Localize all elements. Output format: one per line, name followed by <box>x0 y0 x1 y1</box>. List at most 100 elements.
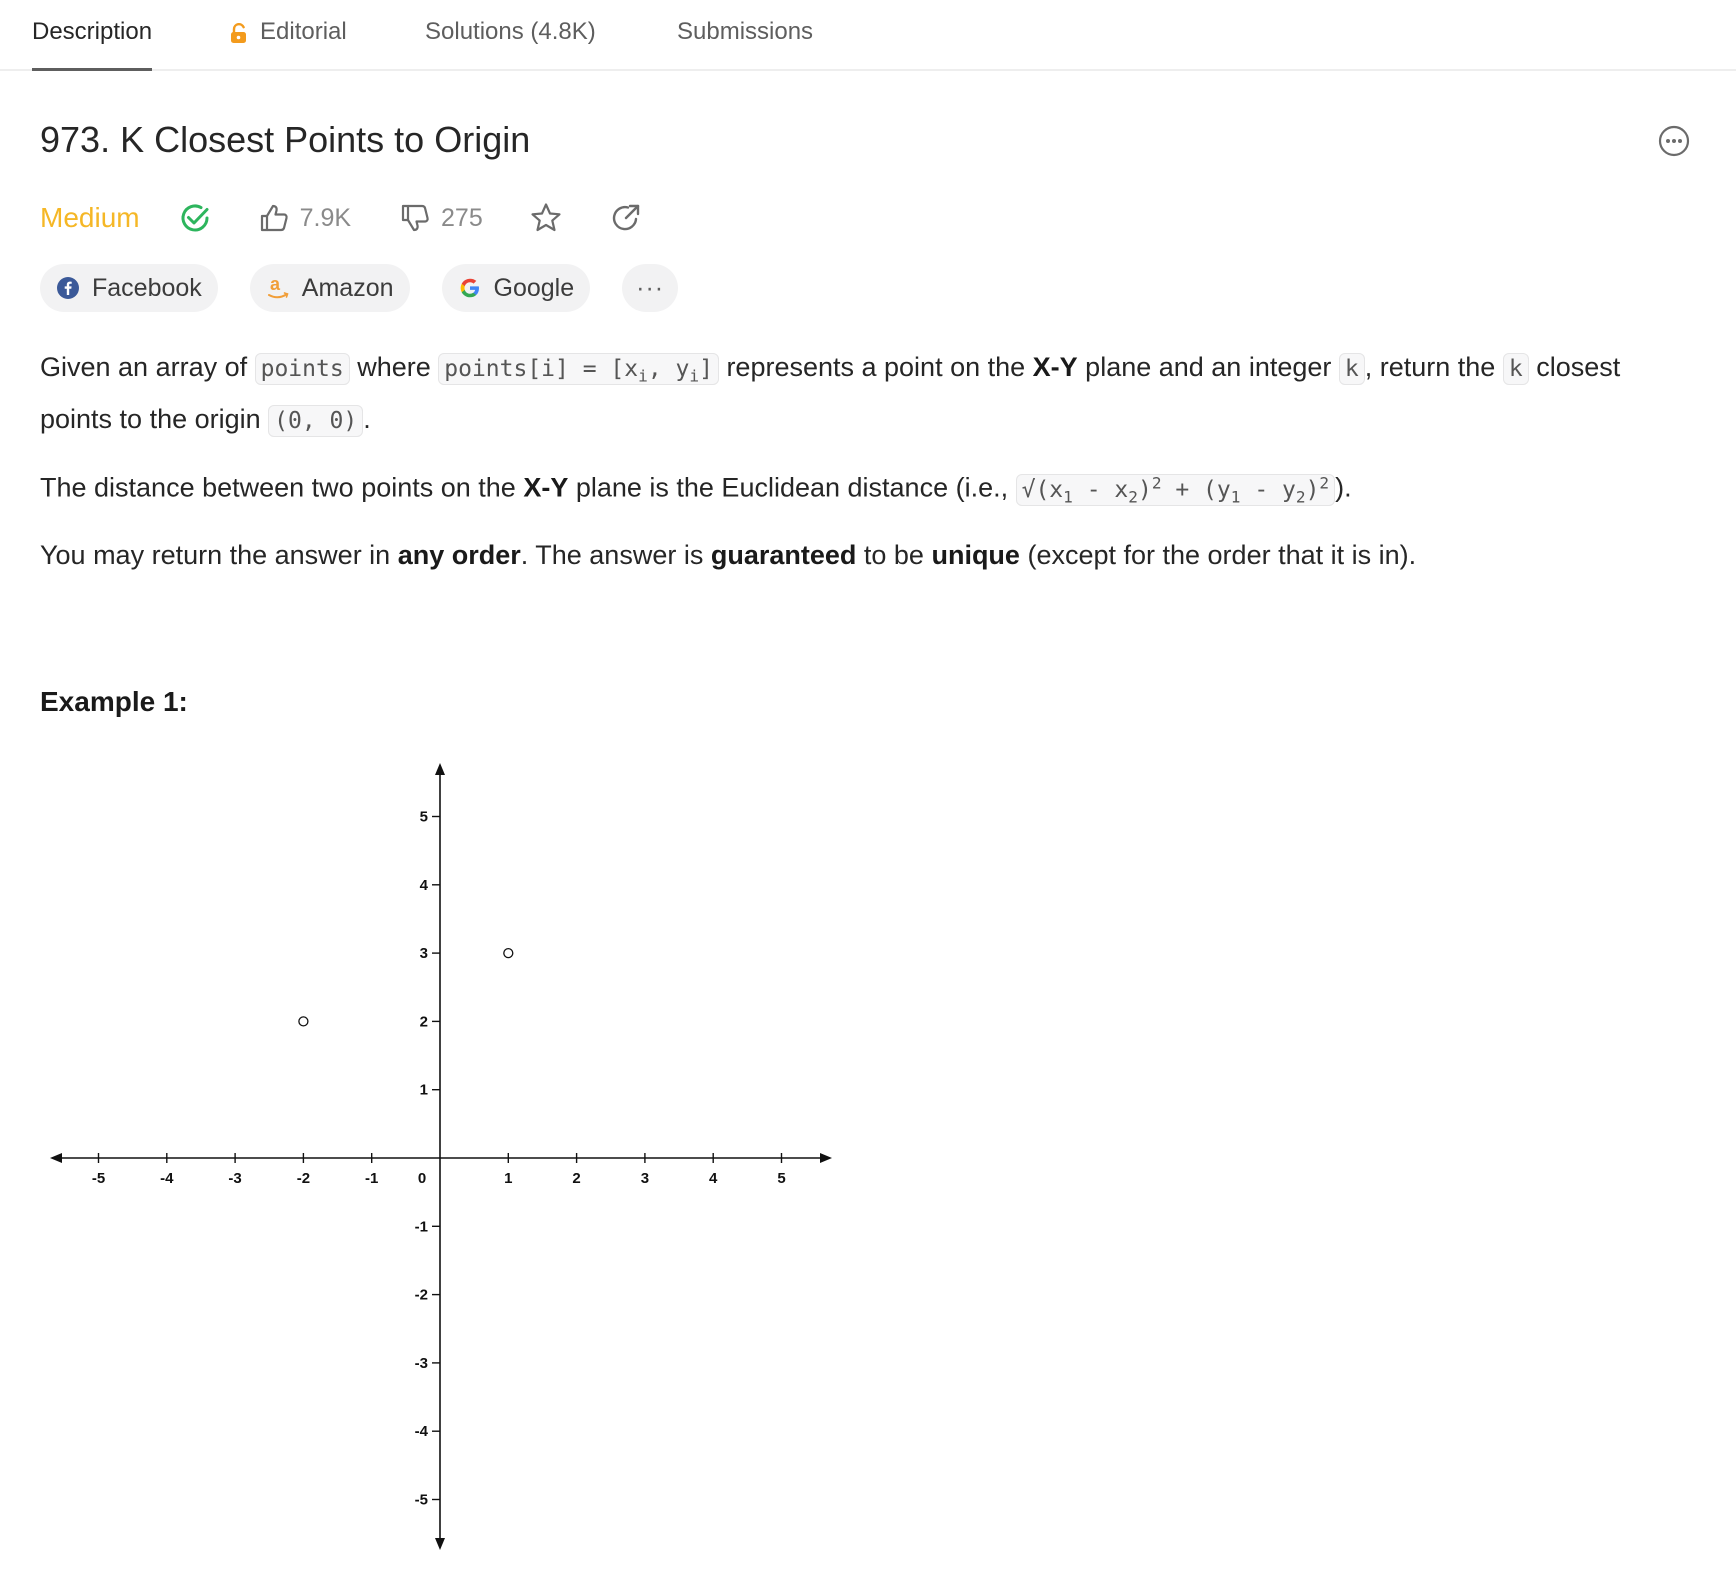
code-sub: 2 <box>1128 487 1138 507</box>
difficulty-badge: Medium <box>40 202 140 233</box>
code-points-i: points[i] = [xi, yi] <box>438 353 719 386</box>
x-tick-label: -4 <box>160 1170 174 1187</box>
desc-text: plane is the Euclidean distance (i.e., <box>568 472 1016 503</box>
solved-check-icon <box>178 201 212 235</box>
like-count: 7.9K <box>299 203 352 232</box>
company-tag-google-label: Google <box>493 273 575 302</box>
tab-editorial[interactable]: Editorial <box>228 18 347 71</box>
desc-bold: any order <box>397 540 521 570</box>
company-tag-amazon-label: Amazon <box>301 273 394 302</box>
description-paragraph-2: The distance between two points on the X… <box>40 462 1690 518</box>
y-tick-label: 2 <box>420 1013 428 1030</box>
favorite-button[interactable] <box>529 201 563 235</box>
code-text: - y <box>1240 476 1296 503</box>
company-tag-facebook[interactable]: Facebook <box>40 264 218 312</box>
tab-description[interactable]: Description <box>32 18 153 71</box>
code-sup: 2 <box>1151 473 1162 492</box>
code-text: - x <box>1072 476 1129 503</box>
problem-meta: Medium 7.9K 275 <box>40 196 643 240</box>
thumbs-up-icon <box>260 204 288 232</box>
desc-bold: X-Y <box>1032 352 1078 382</box>
code-points: points <box>254 353 350 385</box>
google-icon <box>460 278 479 298</box>
x-axis-right-arrow <box>820 1153 832 1163</box>
y-tick-label: -2 <box>415 1287 428 1304</box>
like-button[interactable]: 7.9K <box>258 202 351 234</box>
x-tick-label: 4 <box>709 1170 718 1187</box>
facebook-icon <box>57 277 79 299</box>
desc-text: (except for the order that it is in). <box>1019 540 1417 570</box>
y-tick-label: -1 <box>415 1218 428 1235</box>
x-tick-label: 1 <box>504 1170 512 1187</box>
desc-text: You may return the answer in <box>40 540 398 570</box>
more-options-button[interactable] <box>1657 124 1691 158</box>
desc-text: , return the <box>1364 352 1503 382</box>
code-sub: 1 <box>1230 487 1241 507</box>
x-tick-label: 2 <box>572 1170 580 1187</box>
code-sub: i <box>638 366 648 386</box>
y-tick-label: -4 <box>415 1423 429 1440</box>
code-sub: i <box>689 366 700 386</box>
y-tick-label: 1 <box>420 1082 428 1099</box>
y-axis-top-arrow <box>435 763 445 775</box>
desc-text: plane and an integer <box>1077 352 1339 382</box>
tab-description-label: Description <box>32 18 153 45</box>
x-tick-label: -1 <box>365 1170 378 1187</box>
example-1-scatter-plot: -5 -4 -3 -2 -1 0 1 2 3 4 5 5 4 3 2 1 -1 -2 -3 -4 -5 <box>50 763 832 1550</box>
more-options-icon <box>1658 125 1690 157</box>
desc-text: . The answer is <box>520 540 711 570</box>
tab-solutions-label: Solutions (4.8K) <box>425 18 596 45</box>
code-text: , y <box>647 356 690 382</box>
data-point <box>298 1016 309 1027</box>
unlock-icon <box>228 22 250 51</box>
code-k: k <box>1338 353 1365 385</box>
company-tag-facebook-label: Facebook <box>92 273 202 302</box>
x-axis-left-arrow <box>50 1153 62 1163</box>
company-tags: Facebook a Amazon Google ··· <box>40 264 679 312</box>
desc-bold: X-Y <box>523 472 569 503</box>
x-tick-label: 0 <box>418 1170 426 1187</box>
desc-text: to be <box>856 540 932 570</box>
desc-text: Given an array of <box>40 352 255 382</box>
desc-text: represents a point on the <box>718 352 1033 382</box>
desc-text: ). <box>1335 472 1352 503</box>
y-tick-label: 4 <box>420 877 429 894</box>
star-icon <box>531 203 561 232</box>
y-tick-label: -3 <box>415 1355 428 1372</box>
code-origin: (0, 0) <box>268 404 364 437</box>
code-sup: 2 <box>1319 473 1330 492</box>
desc-bold: unique <box>931 540 1020 570</box>
company-tag-amazon[interactable]: a Amazon <box>249 264 410 312</box>
x-tick-label: 3 <box>641 1170 649 1187</box>
y-tick-label: 3 <box>420 945 428 962</box>
example-1-title: Example 1: <box>40 686 188 717</box>
desc-text: The distance between two points on the <box>40 472 524 503</box>
share-button[interactable] <box>609 201 643 235</box>
data-point <box>503 947 514 959</box>
dislike-button[interactable]: 275 <box>399 202 483 234</box>
y-axis-bottom-arrow <box>435 1538 445 1550</box>
code-text: ] <box>699 356 713 382</box>
x-tick-label: -5 <box>92 1170 105 1187</box>
problem-title: 973. K Closest Points to Origin <box>40 119 531 160</box>
code-k: k <box>1502 353 1529 385</box>
amazon-icon: a <box>267 275 289 299</box>
tab-submissions[interactable]: Submissions <box>677 18 813 71</box>
x-tick-label: -3 <box>228 1170 241 1187</box>
tab-solutions[interactable]: Solutions (4.8K) <box>425 18 596 71</box>
code-sub: 2 <box>1295 487 1306 507</box>
svg-text:a: a <box>270 275 281 294</box>
description-paragraph-3: You may return the answer in any order. … <box>40 534 1690 576</box>
more-companies-button[interactable]: ··· <box>622 264 679 312</box>
description-paragraph-1: Given an array of points where points[i]… <box>40 346 1690 442</box>
desc-text: where <box>349 352 439 382</box>
share-icon <box>612 204 639 231</box>
tab-submissions-label: Submissions <box>677 18 814 45</box>
desc-text: . <box>363 403 371 434</box>
code-sub: 1 <box>1063 487 1073 507</box>
x-tick-label: -2 <box>297 1170 310 1187</box>
code-text: √(x <box>1021 476 1064 503</box>
y-tick-label: -5 <box>415 1492 428 1509</box>
dislike-count: 275 <box>441 203 483 232</box>
company-tag-google[interactable]: Google <box>441 264 591 312</box>
